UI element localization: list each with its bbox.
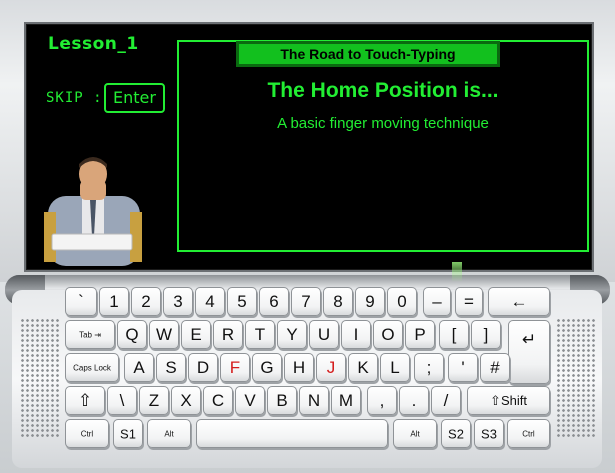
key-alt-right[interactable]: Alt bbox=[393, 419, 437, 448]
key-y[interactable]: Y bbox=[277, 320, 307, 349]
key-shift-right[interactable]: ⇧Shift bbox=[467, 386, 550, 415]
key-7[interactable]: 7 bbox=[291, 287, 321, 316]
key-ctrl-left[interactable]: Ctrl bbox=[65, 419, 109, 448]
key-backslash[interactable]: \ bbox=[107, 386, 137, 415]
key-i[interactable]: I bbox=[341, 320, 371, 349]
key-e[interactable]: E bbox=[181, 320, 211, 349]
key-equals[interactable]: = bbox=[455, 287, 483, 316]
key-j[interactable]: J bbox=[316, 353, 346, 382]
key-hash[interactable]: # bbox=[480, 353, 510, 382]
lesson-title: Lesson_1 bbox=[48, 34, 139, 54]
key-backtick[interactable]: ` bbox=[65, 287, 97, 316]
key-2[interactable]: 2 bbox=[131, 287, 161, 316]
key-w[interactable]: W bbox=[149, 320, 179, 349]
typing-tutor-window: Lesson_1 SKIP : Enter The Road to Touch-… bbox=[0, 0, 615, 473]
panel-heading: The Home Position is... bbox=[267, 79, 499, 102]
key-backspace[interactable]: ← bbox=[488, 287, 550, 316]
key-period[interactable]: . bbox=[399, 386, 429, 415]
lesson-panel: The Road to Touch-Typing The Home Positi… bbox=[177, 40, 589, 252]
key-slash[interactable]: / bbox=[431, 386, 461, 415]
power-led-glow bbox=[452, 262, 462, 282]
key-g[interactable]: G bbox=[252, 353, 282, 382]
panel-subtitle: A basic finger moving technique bbox=[277, 115, 489, 132]
key-shift-left[interactable]: ⇧ bbox=[65, 386, 105, 415]
laptop-lid: Lesson_1 SKIP : Enter The Road to Touch-… bbox=[0, 0, 615, 282]
key-d[interactable]: D bbox=[188, 353, 218, 382]
key-u[interactable]: U bbox=[309, 320, 339, 349]
key-n[interactable]: N bbox=[299, 386, 329, 415]
key-a[interactable]: A bbox=[124, 353, 154, 382]
key-c[interactable]: C bbox=[203, 386, 233, 415]
key-s2[interactable]: S2 bbox=[441, 419, 471, 448]
key-t[interactable]: T bbox=[245, 320, 275, 349]
key-alt-left[interactable]: Alt bbox=[147, 419, 191, 448]
key-5[interactable]: 5 bbox=[227, 287, 257, 316]
key-enter[interactable]: ↵ bbox=[508, 320, 550, 384]
key-s3[interactable]: S3 bbox=[474, 419, 504, 448]
key-comma[interactable]: , bbox=[367, 386, 397, 415]
key-semicolon[interactable]: ; bbox=[414, 353, 444, 382]
speaker-grille-right bbox=[556, 318, 596, 438]
key-6[interactable]: 6 bbox=[259, 287, 289, 316]
lesson-screen: Lesson_1 SKIP : Enter The Road to Touch-… bbox=[24, 22, 594, 272]
key-v[interactable]: V bbox=[235, 386, 265, 415]
key-tab[interactable]: Tab ⇥ bbox=[65, 320, 115, 349]
skip-label: SKIP : bbox=[46, 90, 103, 106]
key-bracket-right[interactable]: ] bbox=[471, 320, 501, 349]
key-k[interactable]: K bbox=[348, 353, 378, 382]
key-8[interactable]: 8 bbox=[323, 287, 353, 316]
presenter-figure bbox=[44, 157, 142, 266]
key-p[interactable]: P bbox=[405, 320, 435, 349]
key-caps-lock[interactable]: Caps Lock bbox=[65, 353, 119, 382]
key-z[interactable]: Z bbox=[139, 386, 169, 415]
key-l[interactable]: L bbox=[380, 353, 410, 382]
speaker-grille-left bbox=[20, 318, 60, 438]
key-s[interactable]: S bbox=[156, 353, 186, 382]
key-x[interactable]: X bbox=[171, 386, 201, 415]
key-o[interactable]: O bbox=[373, 320, 403, 349]
keyboard: ` 1 2 3 4 5 6 7 8 9 0 – = ← Tab ⇥ Q W E … bbox=[62, 284, 552, 454]
key-r[interactable]: R bbox=[213, 320, 243, 349]
key-h[interactable]: H bbox=[284, 353, 314, 382]
key-ctrl-right[interactable]: Ctrl bbox=[507, 419, 550, 448]
key-3[interactable]: 3 bbox=[163, 287, 193, 316]
key-1[interactable]: 1 bbox=[99, 287, 129, 316]
panel-header: The Road to Touch-Typing bbox=[239, 44, 497, 64]
key-9[interactable]: 9 bbox=[355, 287, 385, 316]
key-quote[interactable]: ' bbox=[448, 353, 478, 382]
key-s1[interactable]: S1 bbox=[113, 419, 143, 448]
key-f[interactable]: F bbox=[220, 353, 250, 382]
key-q[interactable]: Q bbox=[117, 320, 147, 349]
key-4[interactable]: 4 bbox=[195, 287, 225, 316]
key-m[interactable]: M bbox=[331, 386, 361, 415]
key-space[interactable] bbox=[196, 419, 388, 448]
key-0[interactable]: 0 bbox=[387, 287, 417, 316]
key-bracket-left[interactable]: [ bbox=[439, 320, 469, 349]
skip-enter-button[interactable]: Enter bbox=[104, 83, 165, 113]
key-minus[interactable]: – bbox=[423, 287, 451, 316]
key-b[interactable]: B bbox=[267, 386, 297, 415]
